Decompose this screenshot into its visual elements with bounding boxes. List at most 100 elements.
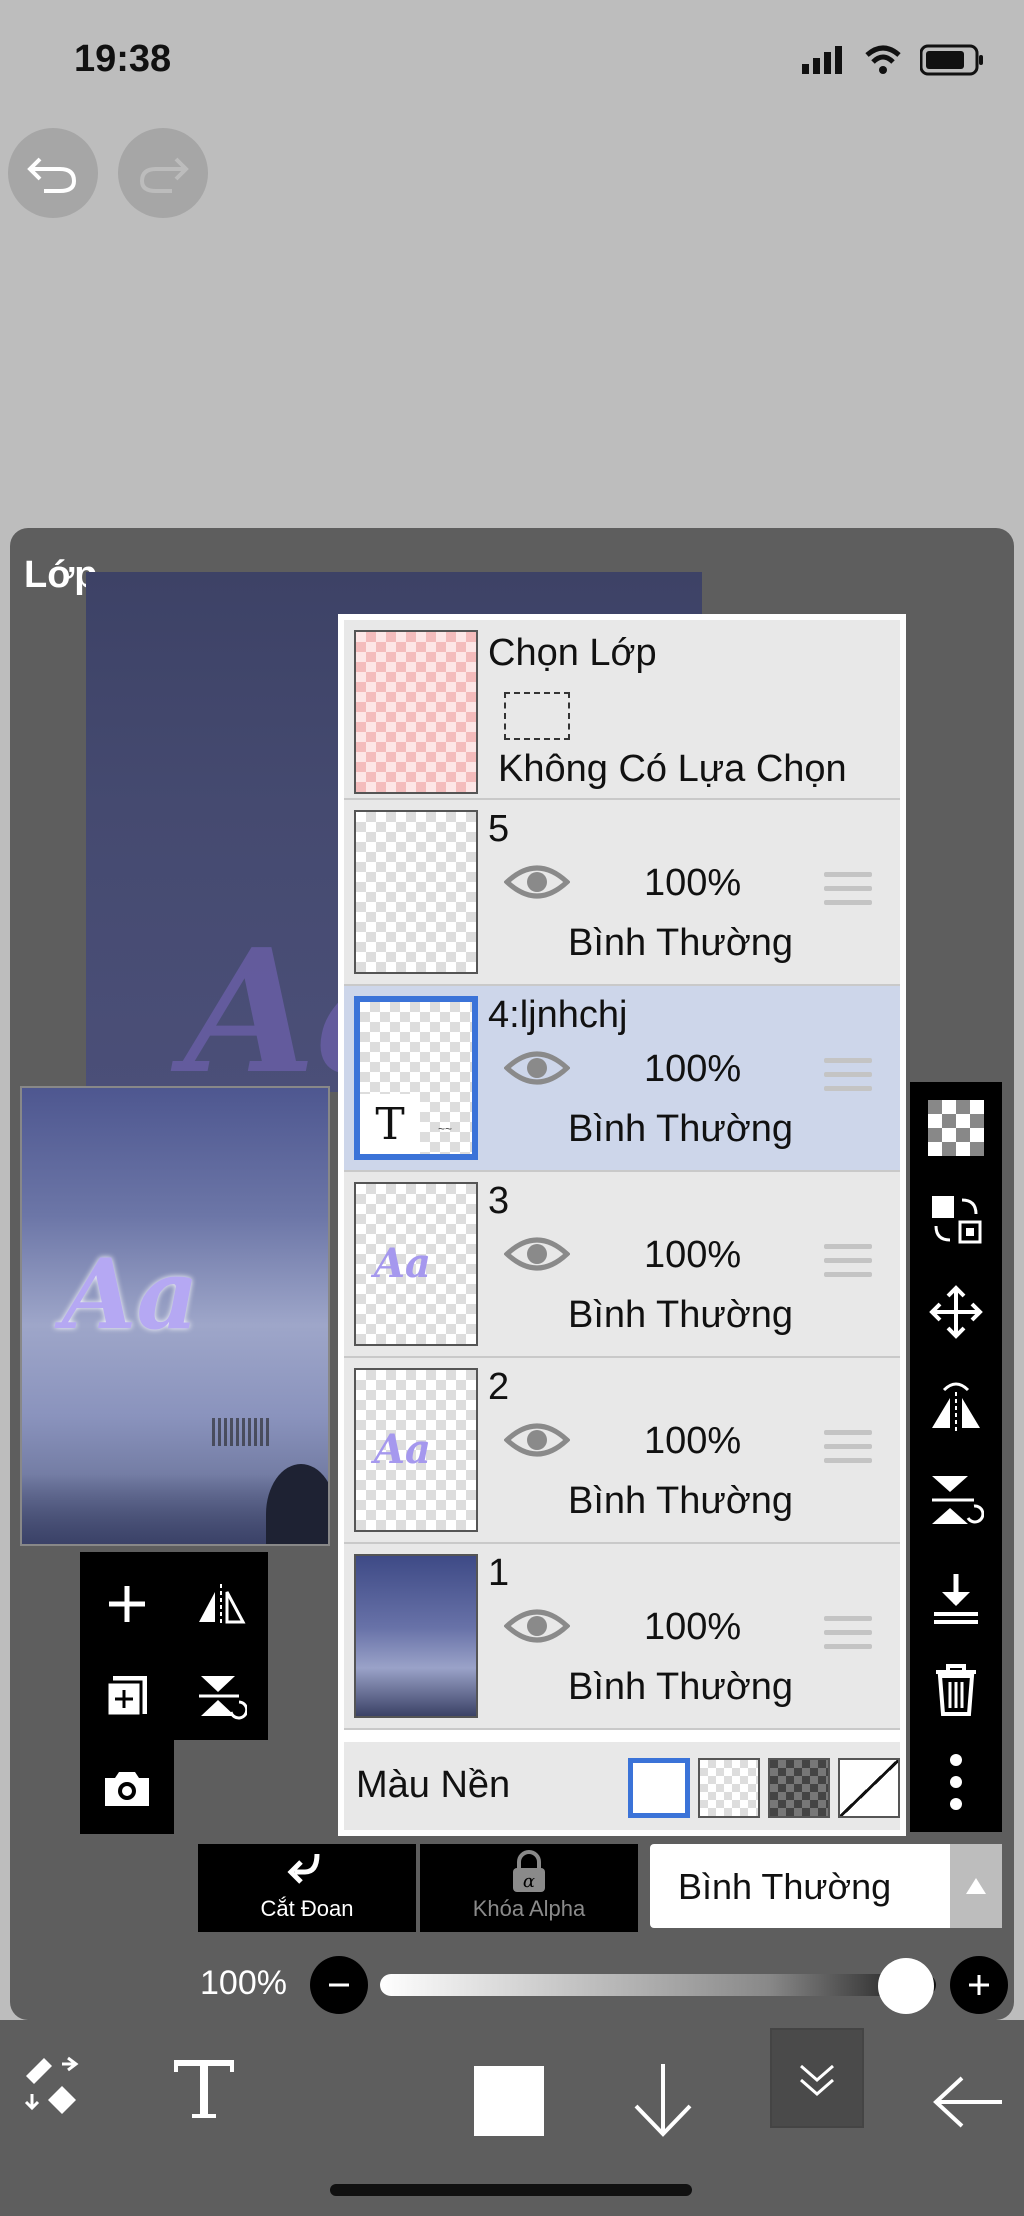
text-tool-button[interactable] [170,2052,238,2127]
move-icon [929,1285,983,1339]
layer-blend-mode: Bình Thường [568,1666,794,1708]
opacity-slider-knob[interactable] [878,1958,934,2014]
bg-swatch-dark[interactable] [768,1758,830,1818]
battery-icon [920,44,983,76]
minus-icon [329,1983,349,1987]
right-toolbar [910,1082,1002,1832]
drag-handle-icon[interactable] [824,1058,872,1100]
visibility-eye-icon[interactable] [504,1420,570,1460]
undo-button[interactable] [8,128,98,218]
layer-row-2[interactable]: Aa 2 100% Bình Thường [344,1358,900,1544]
visibility-eye-icon[interactable] [504,1606,570,1646]
thumb-artwork-text: Aa [374,1426,431,1473]
drag-handle-icon[interactable] [824,1430,872,1472]
duplicate-layer-button[interactable] [80,1654,174,1738]
clipping-label: Cắt Đoan [260,1896,354,1921]
layer-thumb: Aa [354,1182,478,1346]
visibility-eye-icon[interactable] [504,1048,570,1088]
layer-row-1[interactable]: 1 100% Bình Thường [344,1544,900,1730]
add-layer-icon [109,1586,145,1622]
layers-panel-toggle[interactable] [770,2028,864,2128]
more-icon [950,1754,962,1810]
trash-icon [936,1664,976,1716]
layer-blend-mode: Bình Thường [568,1480,794,1522]
bg-swatch-transparent[interactable] [698,1758,760,1818]
double-chevron-icon [800,2064,834,2096]
bg-swatch-none[interactable] [838,1758,900,1818]
layer-thumb: T ~~ [354,996,478,1160]
visibility-eye-icon[interactable] [504,862,570,902]
bg-swatch-white[interactable] [628,1758,690,1818]
layer-name: 4:ljnhchj [488,994,628,1036]
add-layer-button[interactable] [80,1562,174,1646]
blend-mode-arrow[interactable] [950,1844,1002,1928]
camera-button[interactable] [80,1746,174,1830]
alpha-lock-button[interactable]: α Khóa Alpha [420,1844,638,1932]
swap-icon [932,1196,982,1244]
thumb-artwork-text: Aa [374,1240,431,1287]
back-arrow-icon [933,2076,1002,2128]
selection-thumb [354,630,478,794]
layer-name: 5 [488,808,510,850]
text-tool-icon [174,2060,234,2118]
download-icon [934,1574,978,1624]
clipping-button[interactable]: Cắt Đoan [198,1844,416,1932]
drag-handle-icon[interactable] [824,1244,872,1286]
layer-name: 2 [488,1366,510,1408]
text-layer-icon: T [360,1094,420,1154]
alpha-lock-icon: α [513,1850,545,1892]
color-swatch-button[interactable] [474,2066,544,2136]
flip-horizontal-icon [199,1584,246,1624]
move-button[interactable] [910,1284,1002,1340]
layer-list: Chọn Lớp Không Có Lựa Chọn 5 100% Bình T… [338,614,906,1836]
layer-row-3[interactable]: Aa 3 100% Bình Thường [344,1172,900,1358]
wifi-icon [865,45,901,74]
opacity-slider[interactable] [380,1974,936,1996]
eraser-swap-button[interactable] [18,2050,90,2127]
flip-button[interactable] [910,1378,1002,1434]
download-button[interactable] [910,1570,1002,1626]
svg-text:α: α [523,1871,535,1892]
flip-layer-button[interactable] [174,1562,268,1646]
flip-icon [932,1382,980,1432]
drag-handle-icon[interactable] [824,872,872,914]
layer-name: 1 [488,1552,510,1594]
layer-opacity: 100% [644,1606,742,1648]
selection-marquee-icon [504,692,570,740]
merge-down-icon [199,1676,247,1720]
duplicate-layer-icon [105,1676,147,1718]
triangle-up-icon [966,1878,986,1894]
layer-name: 3 [488,1180,510,1222]
opacity-plus-button[interactable] [950,1956,1008,2014]
layer-blend-mode: Bình Thường [568,1108,794,1150]
rotate-button[interactable] [910,1472,1002,1528]
swap-button[interactable] [910,1192,1002,1248]
blend-mode-value: Bình Thường [678,1866,892,1907]
back-button[interactable] [932,2074,1006,2135]
thumb-small-text: ~~ [438,1122,453,1136]
selection-layer-row[interactable]: Chọn Lớp Không Có Lựa Chọn [344,620,900,800]
checker-button[interactable] [910,1100,1002,1156]
preview-artwork-text: Aa [62,1238,199,1351]
layer-thumb: Aa [354,1368,478,1532]
delete-layer-button[interactable] [910,1662,1002,1718]
layer-opacity: 100% [644,1420,742,1462]
layer-row-4[interactable]: T ~~ 4:ljnhchj 100% Bình Thường [344,986,900,1172]
blend-mode-select[interactable]: Bình Thường [650,1844,950,1928]
visibility-eye-icon[interactable] [504,1234,570,1274]
layer-down-button[interactable] [628,2060,698,2145]
status-time: 19:38 [74,38,172,80]
drag-handle-icon[interactable] [824,1616,872,1658]
camera-icon [105,1772,149,1806]
layer-opacity: 100% [644,1234,742,1276]
selection-layer-title: Chọn Lớp [488,632,657,674]
redo-button[interactable] [118,128,208,218]
clipping-arrow-icon [287,1853,320,1884]
home-indicator [330,2184,692,2196]
more-button[interactable] [910,1752,1002,1812]
merge-down-button[interactable] [174,1654,268,1738]
canvas-preview[interactable]: Aa [20,1086,330,1546]
opacity-minus-button[interactable] [310,1956,368,2014]
layer-row-5[interactable]: 5 100% Bình Thường [344,800,900,986]
layer-opacity: 100% [644,862,742,904]
